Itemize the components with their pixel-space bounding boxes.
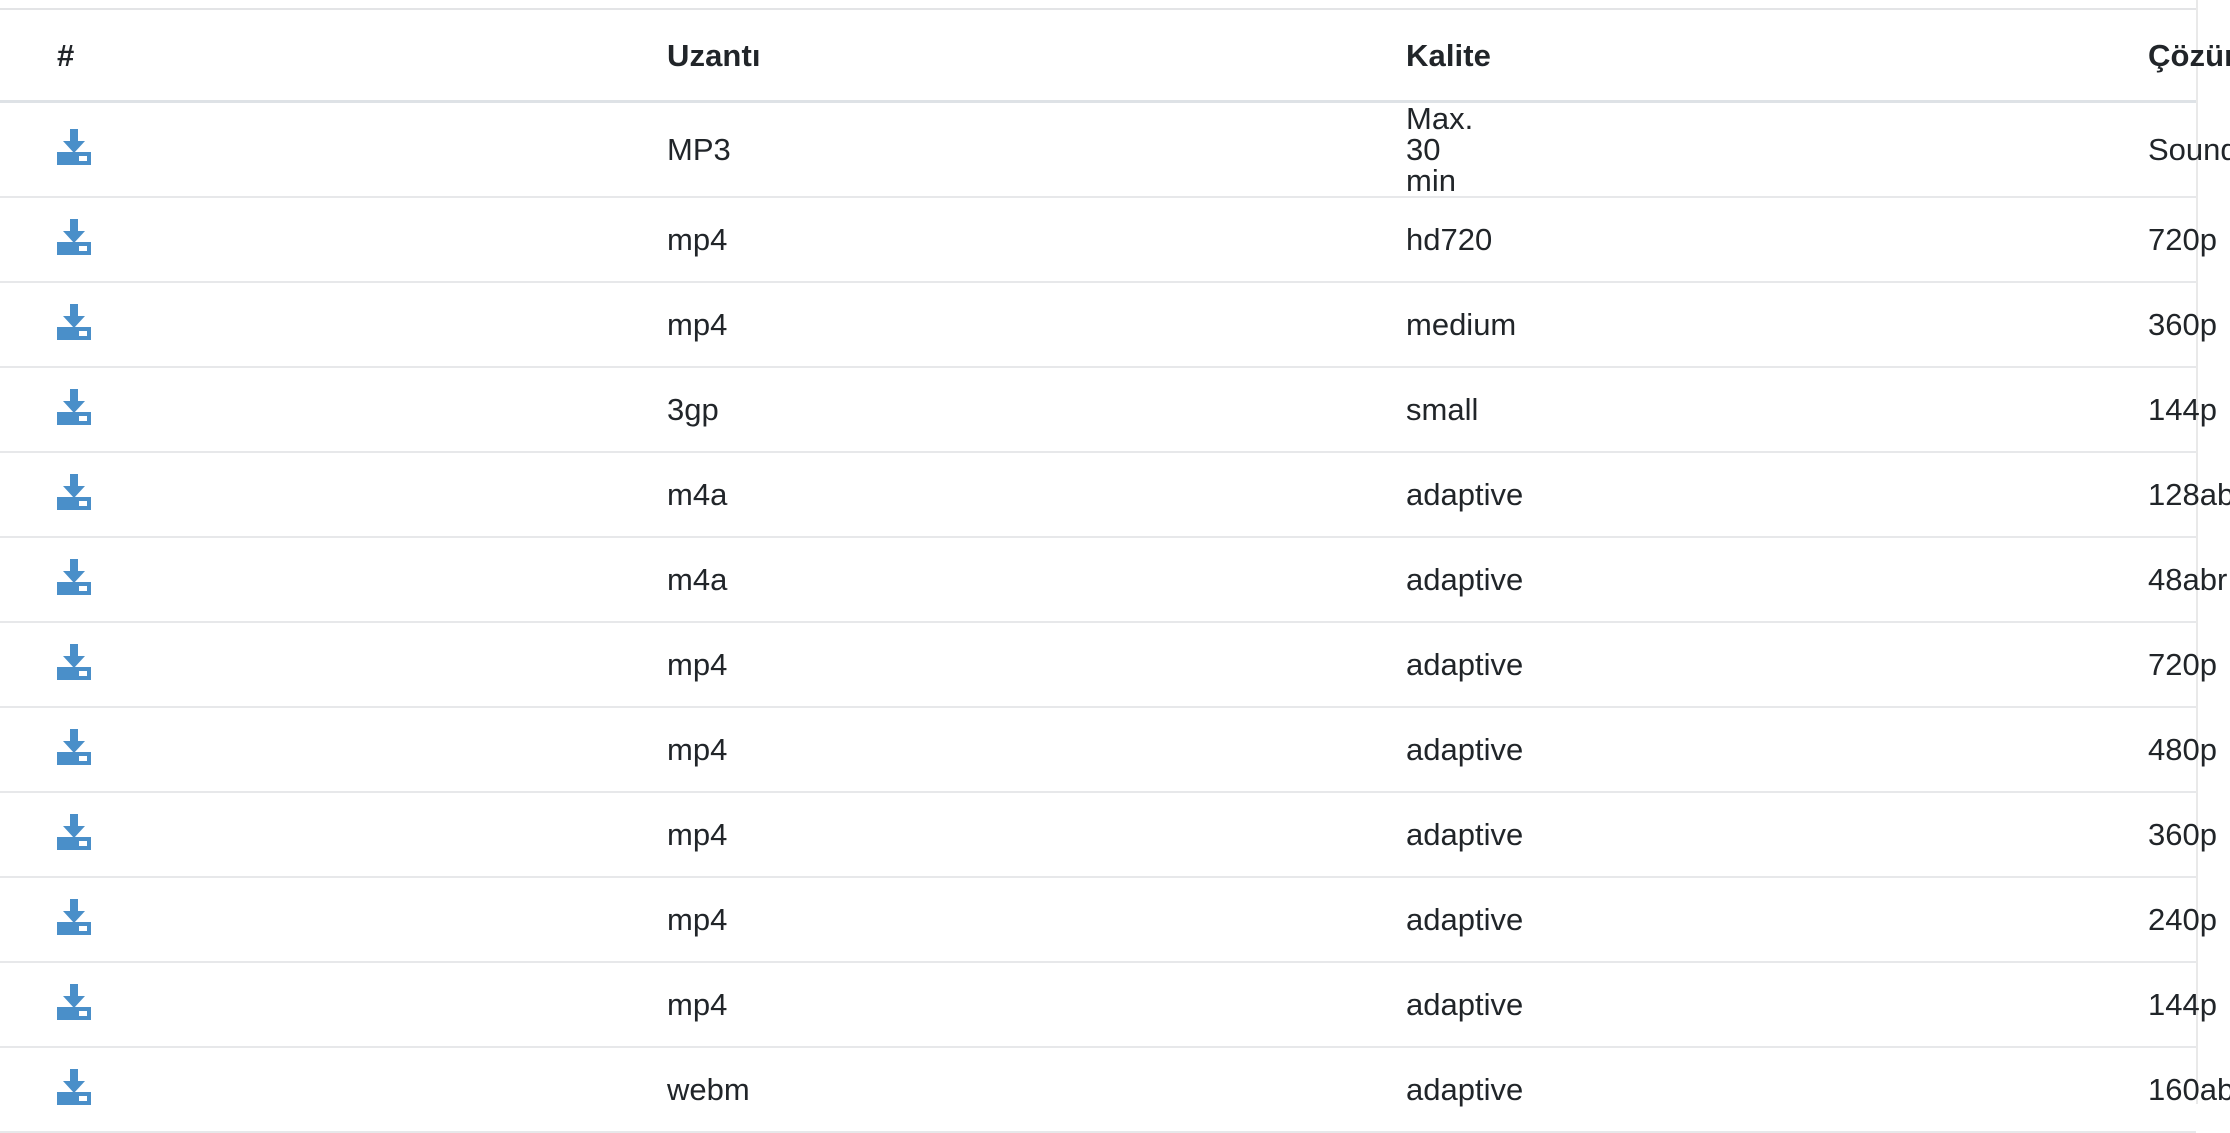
download-tray-icon[interactable] — [57, 559, 91, 595]
cell-download: Download — [1771, 452, 2196, 538]
cell-quality: adaptive — [672, 792, 1523, 878]
cell-resolution: 720p — [1044, 197, 2217, 283]
cell-quality: small — [672, 367, 1478, 453]
cell-quality: adaptive — [672, 877, 1523, 963]
format-list-page: # Uzantı Kalite Çözünürlük Tip Download … — [0, 0, 2230, 1133]
cell-extension: m4a — [305, 537, 727, 623]
table-row: mp4adaptive480pDownload — [0, 707, 2217, 793]
cell-extension: mp4 — [305, 707, 727, 793]
cell-extension: mp4 — [305, 282, 727, 368]
table-row: m4aadaptive128abr♫Download — [0, 452, 2230, 538]
cell-quality: adaptive — [672, 962, 1523, 1048]
cell-resolution: 160abr — [1044, 1047, 2230, 1133]
cell-download: Download — [1771, 962, 2196, 1048]
formats-table: # Uzantı Kalite Çözünürlük Tip Download … — [0, 10, 2230, 1133]
download-tray-icon[interactable] — [57, 219, 91, 255]
table-row: mp4medium360pSDDownload — [0, 282, 2217, 368]
download-tray-icon[interactable] — [57, 814, 91, 850]
row-download-icon-cell[interactable] — [0, 1047, 305, 1133]
cell-resolution: 360p — [1044, 792, 2217, 878]
cell-resolution: 128abr — [1044, 452, 2230, 538]
table-row: m4aadaptive48abr♫Download — [0, 537, 2227, 623]
download-tray-icon[interactable] — [57, 389, 91, 425]
download-tray-icon[interactable] — [57, 729, 91, 765]
cell-resolution: 240p — [1044, 877, 2217, 963]
download-tray-icon[interactable] — [57, 129, 91, 165]
cell-extension: 3gp — [305, 367, 719, 453]
cell-download: Download — [1771, 707, 2196, 793]
formats-table-container: # Uzantı Kalite Çözünürlük Tip Download … — [0, 10, 2230, 1133]
table-row: mp4hd720720pHDDownload — [0, 197, 2217, 283]
cell-download: Download — [1771, 792, 2196, 878]
row-download-icon-cell[interactable] — [0, 962, 305, 1048]
row-download-icon-cell[interactable] — [0, 197, 305, 283]
cell-extension: mp4 — [305, 792, 727, 878]
row-download-icon-cell[interactable] — [0, 707, 305, 793]
table-row: mp4adaptive144pDownload — [0, 962, 2217, 1048]
table-row: mp4adaptive240pDownload — [0, 877, 2217, 963]
row-download-icon-cell[interactable] — [0, 367, 305, 453]
cell-download: Download — [1771, 1047, 2196, 1133]
row-download-icon-cell[interactable] — [0, 622, 305, 708]
cell-quality: adaptive — [672, 452, 1523, 538]
cell-download: Download — [1771, 367, 2196, 453]
cell-download: Download — [1771, 622, 2196, 708]
cell-resolution: 720p — [1044, 622, 2217, 708]
cell-quality: adaptive — [672, 537, 1523, 623]
column-header-resolution: Çözünürlük — [1044, 10, 2230, 103]
table-row: mp4adaptive360pDownload — [0, 792, 2217, 878]
cell-quality: adaptive — [672, 707, 1523, 793]
cell-extension: webm — [305, 1047, 750, 1133]
row-download-icon-cell[interactable] — [0, 452, 305, 538]
cell-extension: mp4 — [305, 962, 727, 1048]
download-tray-icon[interactable] — [57, 899, 91, 935]
cell-quality: medium — [672, 282, 1516, 368]
column-header-number: # — [0, 10, 305, 103]
table-row: 3gpsmall144pDownload — [0, 367, 2217, 453]
row-download-icon-cell[interactable] — [0, 537, 305, 623]
cell-extension: mp4 — [305, 877, 727, 963]
cell-resolution: 48abr — [1044, 537, 2227, 623]
cell-resolution: 360p — [1044, 282, 2217, 368]
cell-extension: MP3 — [305, 101, 731, 198]
download-tray-icon[interactable] — [57, 474, 91, 510]
download-tray-icon[interactable] — [57, 304, 91, 340]
column-header-extension: Uzantı — [305, 10, 761, 103]
cell-download: Download — [1771, 537, 2196, 623]
cell-download: Download — [1771, 197, 2196, 283]
row-download-icon-cell[interactable] — [0, 792, 305, 878]
cell-extension: m4a — [305, 452, 727, 538]
cell-extension: mp4 — [305, 622, 727, 708]
row-download-icon-cell[interactable] — [0, 101, 305, 198]
table-body: MP3Max. 30 minSound♫Downloadmp4hd720720p… — [0, 101, 2230, 1133]
cell-extension: mp4 — [305, 197, 727, 283]
column-header-download: Download — [1771, 10, 2196, 103]
cell-resolution: Sound — [1044, 101, 2230, 198]
cell-resolution: 480p — [1044, 707, 2217, 793]
download-tray-icon[interactable] — [57, 644, 91, 680]
cell-resolution: 144p — [1044, 962, 2217, 1048]
row-download-icon-cell[interactable] — [0, 877, 305, 963]
table-row: MP3Max. 30 minSound♫Download — [0, 101, 2230, 198]
cell-resolution: 144p — [1044, 367, 2217, 453]
download-tray-icon[interactable] — [57, 1069, 91, 1105]
row-download-icon-cell[interactable] — [0, 282, 305, 368]
table-row: webmadaptive160abr♫Download — [0, 1047, 2230, 1133]
cell-download: Download — [1771, 282, 2196, 368]
cell-download: Download — [1771, 101, 2196, 198]
cell-download: Download — [1771, 877, 2196, 963]
cell-quality: hd720 — [672, 197, 1492, 283]
cell-quality: adaptive — [672, 622, 1523, 708]
table-header-row: # Uzantı Kalite Çözünürlük Tip Download — [0, 10, 2230, 103]
download-tray-icon[interactable] — [57, 984, 91, 1020]
table-row: mp4adaptive720pDownload — [0, 622, 2217, 708]
table-head: # Uzantı Kalite Çözünürlük Tip Download — [0, 10, 2230, 103]
